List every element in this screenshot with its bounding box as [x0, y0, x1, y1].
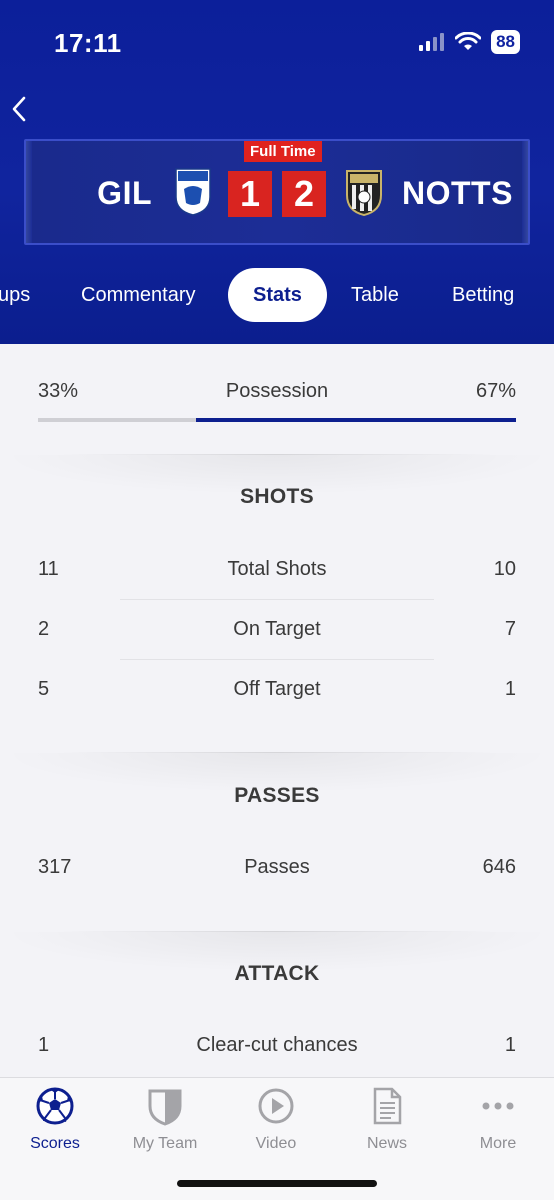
section-title-attack: ATTACK [234, 962, 320, 985]
nav-video[interactable]: Video [221, 1086, 331, 1153]
stat-away-value: 1 [504, 1034, 516, 1056]
stat-label: On Target [233, 618, 321, 640]
row-divider [120, 659, 434, 660]
possession-bar-away [195, 418, 516, 422]
home-score: 1 [228, 171, 272, 217]
stat-label: Total Shots [227, 558, 327, 580]
more-icon [482, 1102, 514, 1110]
nav-label: News [366, 1135, 407, 1152]
away-score: 2 [282, 171, 326, 217]
football-icon [36, 1087, 74, 1125]
stat-row-clear-cut-chances: 1 Clear-cut chances 1 [38, 1034, 516, 1064]
stats-content[interactable]: 33% Possession 67% SHOTS 11 Total Shots … [0, 344, 554, 1077]
stat-row-off-target: 5 Off Target 1 [38, 678, 516, 708]
match-header: 17:11 88 Full Time GIL 1 2 NOTTS ups Com… [0, 0, 554, 344]
stat-label: Passes [244, 856, 310, 878]
document-icon [373, 1087, 402, 1125]
nav-more[interactable]: More [443, 1086, 553, 1153]
match-tabs: ups Commentary Stats Table Betting [0, 268, 554, 322]
tab-stats[interactable]: Stats [228, 268, 327, 322]
tab-table[interactable]: Table [351, 268, 399, 322]
status-time: 17:11 [54, 28, 122, 58]
section-title-passes: PASSES [234, 784, 320, 807]
stat-away-value: 10 [493, 558, 516, 580]
section-title-shots: SHOTS [240, 485, 314, 508]
possession-label: Possession [225, 380, 329, 402]
notts-county-crest-icon [346, 170, 382, 217]
shield-icon [148, 1089, 182, 1126]
wifi-icon [455, 32, 482, 50]
stat-away-value: 1 [504, 678, 516, 700]
stat-away-value: 7 [504, 618, 516, 640]
back-chevron-icon[interactable] [8, 92, 30, 126]
stat-label: Clear-cut chances [196, 1034, 358, 1056]
stat-row-on-target: 2 On Target 7 [38, 618, 516, 648]
battery-indicator: 88 [491, 30, 520, 54]
nav-label: My Team [132, 1135, 198, 1152]
nav-label: Scores [30, 1135, 80, 1152]
away-team-name: NOTTS [402, 175, 513, 211]
possession-row: 33% Possession 67% [38, 380, 516, 410]
stat-row-passes: 317 Passes 646 [38, 856, 516, 886]
nav-label: More [479, 1135, 517, 1152]
scoreboard-edge [26, 141, 32, 243]
cellular-signal-icon [419, 33, 445, 51]
match-status-badge: Full Time [244, 141, 322, 162]
possession-away-value: 67% [475, 380, 516, 402]
tab-betting[interactable]: Betting [452, 268, 514, 322]
stat-row-total-shots: 11 Total Shots 10 [38, 558, 516, 588]
gillingham-crest-icon [175, 168, 211, 216]
row-divider [120, 599, 434, 600]
play-icon [258, 1088, 294, 1124]
stat-away-value: 646 [482, 856, 516, 878]
possession-bar-home [38, 418, 196, 422]
home-indicator[interactable] [177, 1180, 377, 1187]
home-team-name: GIL [97, 175, 152, 211]
tab-commentary[interactable]: Commentary [81, 268, 195, 322]
nav-my-team[interactable]: My Team [110, 1086, 220, 1153]
status-icons: 88 [419, 30, 520, 54]
nav-scores[interactable]: Scores [0, 1086, 110, 1153]
scoreboard-edge [522, 141, 528, 243]
tab-lineups[interactable]: ups [0, 268, 30, 322]
scoreboard: Full Time GIL 1 2 NOTTS [24, 139, 530, 245]
nav-label: Video [255, 1135, 297, 1152]
stat-label: Off Target [233, 678, 321, 700]
nav-news[interactable]: News [332, 1086, 442, 1153]
possession-bar [38, 418, 516, 422]
